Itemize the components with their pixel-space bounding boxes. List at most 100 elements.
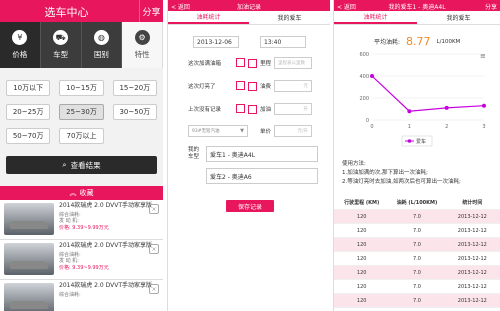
- cell: 2013-12-12: [457, 241, 487, 248]
- close-icon[interactable]: ×: [149, 244, 159, 254]
- date-field[interactable]: 2013-12-06: [193, 36, 239, 48]
- unit-price-label: 单价: [260, 129, 272, 135]
- car-spec: 综合油耗:: [59, 291, 81, 298]
- car-name: 2014款瑞虎 2.0 DVVT手动家享版: [59, 242, 153, 249]
- save-record-button[interactable]: 保存记录: [226, 200, 274, 212]
- car-option-2[interactable]: 爱车2 - 奥迪A6: [206, 168, 318, 184]
- close-icon[interactable]: ×: [149, 284, 159, 294]
- mileage-checkbox[interactable]: [248, 58, 257, 68]
- price-option[interactable]: 10万以下: [6, 80, 51, 96]
- x-tick-label: 2: [445, 124, 448, 130]
- fuel-record-header: < 返回 加油记录: [168, 0, 330, 11]
- fuel-cost-checkbox[interactable]: [248, 81, 257, 91]
- car-price: 价格: 9.39~9.99万元: [59, 224, 109, 231]
- light-on-label: 这次灯亮了: [188, 83, 216, 90]
- car-thumbnail: [4, 203, 54, 235]
- share-button[interactable]: 分享: [485, 2, 497, 11]
- tab-my-car[interactable]: 我的爱车: [417, 11, 500, 24]
- fuel-cost-input[interactable]: 元: [274, 80, 313, 92]
- fuel-type-select[interactable]: 93#无铅汽油 ▼: [188, 125, 248, 137]
- price-option[interactable]: 20~25万: [6, 104, 51, 120]
- light-on-checkbox[interactable]: [236, 81, 245, 90]
- cell: 120: [356, 283, 367, 290]
- tab-fuel-stats[interactable]: 油耗统计: [334, 11, 417, 24]
- tab-my-car[interactable]: 我的爱车: [249, 11, 330, 24]
- light-on-row: 这次灯亮了: [188, 81, 245, 90]
- tab-fuel-stats[interactable]: 油耗统计: [168, 11, 249, 24]
- fuel-type-value: 93#无铅汽油: [192, 129, 220, 134]
- data-point: [370, 74, 374, 78]
- gas-amount-checkbox[interactable]: [248, 104, 257, 114]
- data-point: [407, 109, 412, 114]
- list-item[interactable]: 2014款瑞虎 2.0 DVVT手动家享版 综合油耗: ×: [0, 280, 163, 311]
- price-option[interactable]: 15~20万: [112, 80, 157, 96]
- unit-price-input[interactable]: 元/升: [274, 125, 313, 137]
- x-tick-label: 3: [482, 124, 485, 130]
- cell: 7.0: [413, 297, 421, 304]
- time-field[interactable]: 13:40: [260, 36, 306, 48]
- list-item[interactable]: 2014款瑞虎 2.0 DVVT手动家享版 综合油耗: 发 动 机: 价格: 9…: [0, 240, 163, 280]
- mileage-placeholder: 里程表公里数: [278, 61, 306, 66]
- fuel-cost-placeholder: 元: [303, 84, 309, 89]
- full-tank-row: 这次加满油箱: [188, 58, 245, 67]
- legend-label: 爱车: [416, 138, 426, 145]
- view-results-button[interactable]: ⌕ 查看结果: [6, 156, 157, 174]
- table-row: 120 7.0 2013-12-12: [334, 252, 500, 266]
- globe-icon: ◍: [93, 30, 109, 45]
- car-icon: ⛟: [53, 30, 69, 45]
- table-header: 行驶里程 (KM) 油耗 (L/100KM) 统计时间: [334, 196, 500, 210]
- car-price: 价格: 9.39~9.99万元: [59, 264, 109, 271]
- cell: 120: [356, 241, 367, 248]
- tab-country[interactable]: ◍ 国别: [82, 22, 123, 68]
- list-item[interactable]: 2014款瑞虎 2.0 DVVT手动家享版 综合油耗: 发 动 机: 价格: 9…: [0, 200, 163, 240]
- price-option-selected[interactable]: 25~30万: [59, 104, 104, 120]
- fuel-tabs: 油耗统计 我的爱车: [168, 11, 330, 25]
- favorites-bar[interactable]: ︽ 收藏: [0, 186, 163, 200]
- table-row: 120 7.0 2013-12-12: [334, 266, 500, 280]
- gas-amount-placeholder: 升: [303, 107, 309, 112]
- car-option-1[interactable]: 爱车1 - 奥迪A4L: [206, 146, 318, 162]
- price-option[interactable]: 30~50万: [112, 104, 157, 120]
- usage-step: 2.等油灯亮时去加油,如两次后也可算出一次油耗;: [342, 179, 461, 185]
- no-record-checkbox[interactable]: [236, 104, 245, 113]
- cell: 2013-12-12: [457, 213, 487, 220]
- favorites-label: 收藏: [79, 189, 94, 197]
- column-header: 行驶里程 (KM): [344, 200, 380, 206]
- price-option[interactable]: 10~15万: [59, 80, 104, 96]
- usage-title: 使用方法:: [342, 161, 366, 167]
- x-tick-label: 0: [370, 124, 373, 130]
- car-stats-header: < 返回 我的爱车1 - 奥迪A4L 分享: [334, 0, 500, 11]
- no-record-row: 上次没有记录: [188, 104, 245, 113]
- share-button[interactable]: 分享: [139, 0, 163, 22]
- avg-label: 平均油耗:: [374, 39, 401, 46]
- cell: 120: [356, 297, 367, 304]
- gas-amount-input[interactable]: 升: [274, 103, 313, 115]
- table-row: 120 7.0 2013-12-12: [334, 224, 500, 238]
- fuel-consumption-chart: ≡ 0 200 400 600 0 1 2 3 爱车: [359, 52, 486, 147]
- unit-price-row: 单价 元/升: [260, 125, 313, 137]
- car-name: 2014款瑞虎 2.0 DVVT手动家享版: [59, 202, 153, 209]
- tab-features[interactable]: ⚙ 特性: [122, 22, 163, 68]
- tab-price[interactable]: ¥ 价格: [0, 22, 41, 68]
- price-option[interactable]: 50~70万: [6, 128, 51, 144]
- x-tick-label: 1: [408, 124, 411, 130]
- date-value: 2013-12-06: [197, 38, 232, 46]
- fuel-cost-row: 油费 元: [248, 80, 313, 92]
- table-row: 120 7.0 2013-12-12: [334, 210, 500, 224]
- fuel-record-panel: < 返回 加油记录 油耗统计 我的爱车 2013-12-06 13:40 这次加…: [167, 0, 330, 311]
- cell: 2013-12-12: [457, 283, 487, 290]
- car-option-text: 爱车2 - 奥迪A6: [210, 173, 252, 181]
- tab-car-type[interactable]: ⛟ 车型: [41, 22, 82, 68]
- search-icon: ⌕: [62, 160, 67, 169]
- my-car-label: 我的车型: [188, 147, 200, 160]
- tab-label: 车型: [53, 50, 69, 59]
- filter-tabs: ¥ 价格 ⛟ 车型 ◍ 国别 ⚙ 特性: [0, 22, 163, 68]
- mileage-input[interactable]: 里程表公里数: [274, 57, 313, 69]
- full-tank-checkbox[interactable]: [236, 58, 245, 67]
- page-title: 选车中心: [44, 6, 89, 19]
- tab-label: 国别: [93, 50, 109, 59]
- cell: 2013-12-12: [457, 297, 487, 304]
- close-icon[interactable]: ×: [149, 204, 159, 214]
- cell: 7.0: [413, 255, 421, 262]
- price-option[interactable]: 70万以上: [59, 128, 104, 144]
